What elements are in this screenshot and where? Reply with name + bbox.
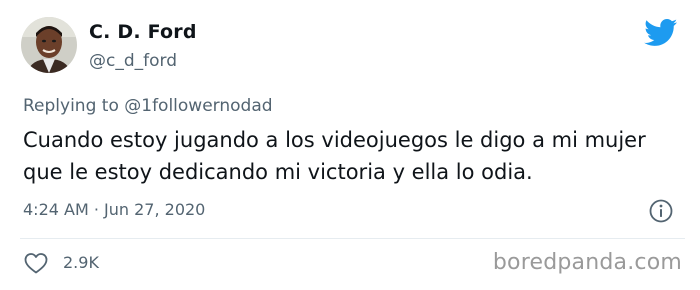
divider	[20, 238, 685, 239]
tweet-text: Cuando estoy jugando a los videojuegos l…	[23, 128, 646, 184]
author-handle[interactable]: @c_d_ford	[89, 51, 177, 71]
avatar[interactable]	[21, 17, 77, 73]
tweet-timestamp[interactable]: 4:24 AM · Jun 27, 2020	[23, 200, 205, 219]
watermark: boredpanda.com	[492, 250, 682, 275]
twitter-bird-icon[interactable]	[644, 19, 678, 47]
info-icon[interactable]	[648, 198, 674, 224]
avatar-image	[21, 17, 77, 73]
like-count: 2.9K	[63, 253, 99, 272]
reply-target-link[interactable]: @1followernodad	[124, 96, 272, 116]
author-name[interactable]: C. D. Ford	[89, 21, 197, 43]
tweet-card: C. D. Ford @c_d_ford Replying to @1follo…	[0, 0, 700, 290]
heart-icon[interactable]	[24, 252, 48, 274]
replying-to: Replying to @1followernodad	[23, 96, 273, 116]
replying-prefix: Replying to	[23, 96, 125, 116]
